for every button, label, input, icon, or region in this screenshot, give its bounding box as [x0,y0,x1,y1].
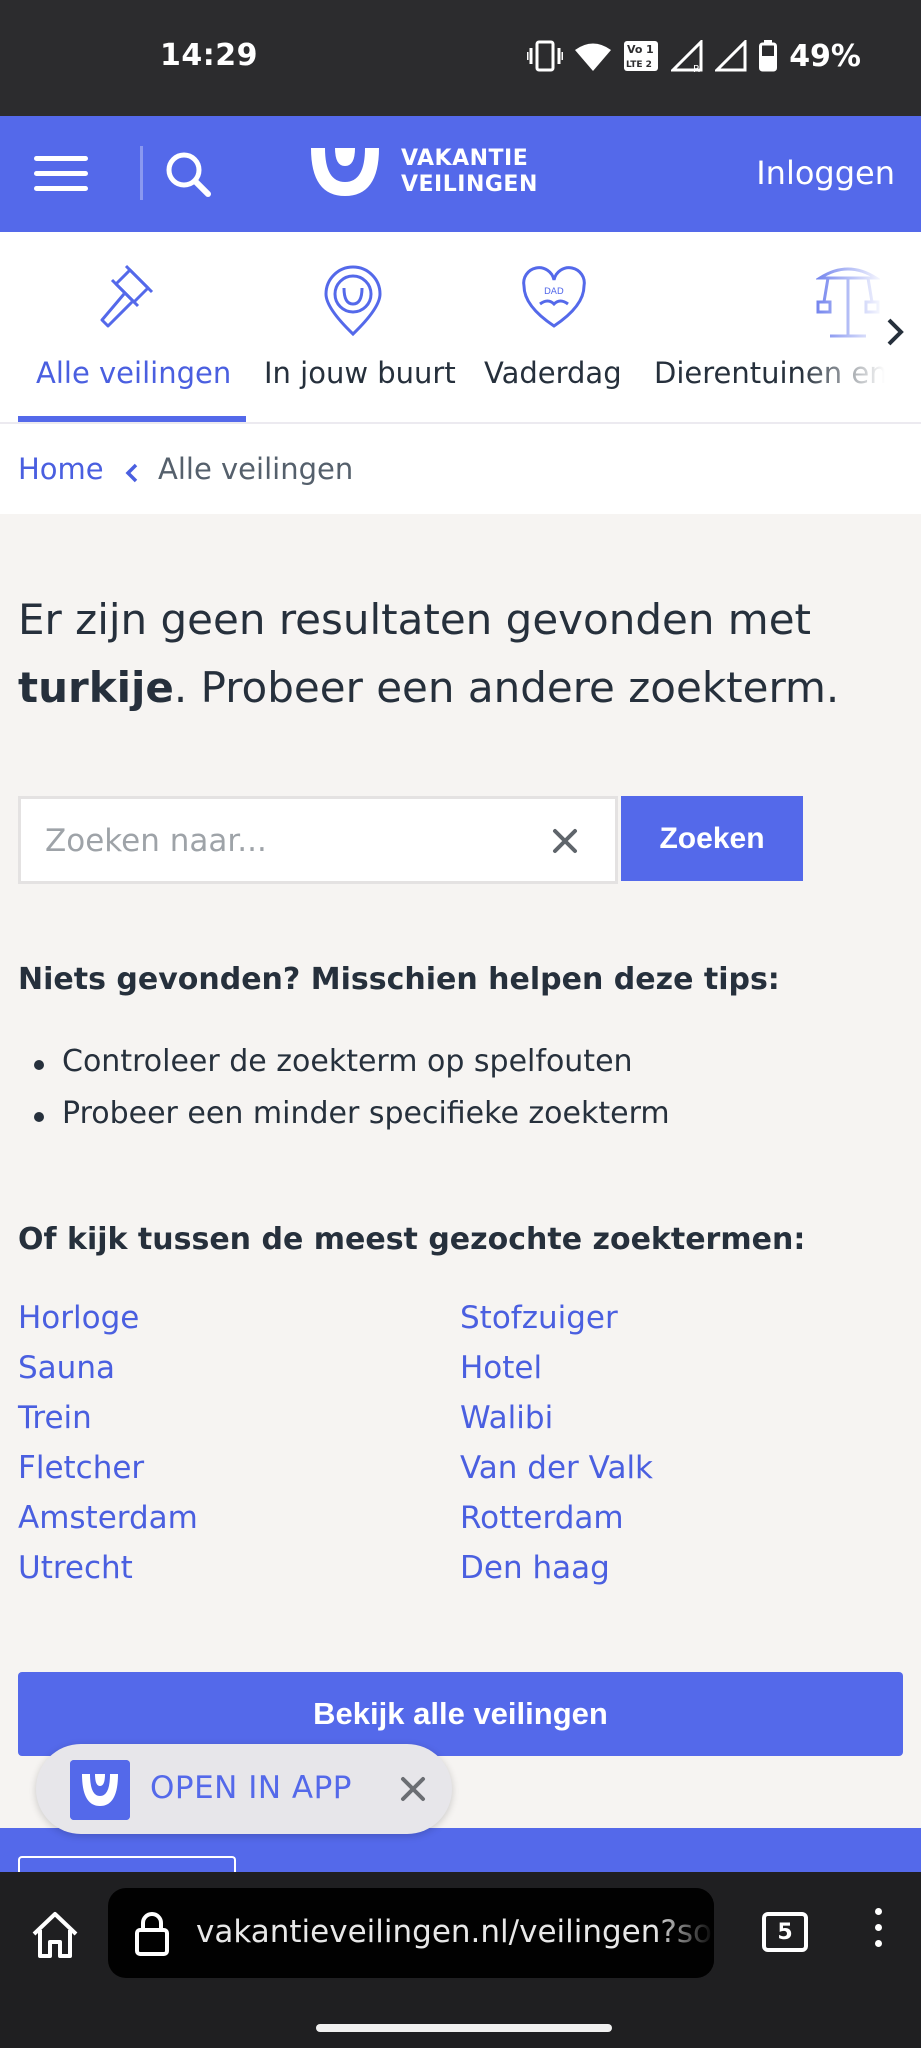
vibrate-icon [527,40,564,72]
battery-icon [759,40,778,72]
term-link[interactable]: Walibi [460,1400,553,1436]
logo-icon [311,148,379,196]
close-icon[interactable] [545,821,585,861]
popular-terms-title: Of kijk tussen de meest gezochte zoekter… [18,1222,806,1257]
term-link[interactable]: Horloge [18,1300,139,1336]
battery-percentage: 49% [789,38,861,74]
status-time: 14:29 [160,38,258,73]
active-tab-indicator [18,416,246,422]
breadcrumb-current: Alle veilingen [158,452,354,486]
list-item: Probeer een minder specifieke zoekterm [18,1096,670,1148]
close-icon[interactable] [392,1768,434,1810]
term-link[interactable]: Den haag [460,1550,610,1586]
signal-icon: R [671,40,703,72]
tips-title: Niets gevonden? Misschien helpen deze ti… [18,962,780,997]
term-link[interactable]: Hotel [460,1350,542,1386]
term-link[interactable]: Trein [18,1400,92,1436]
list-item: Controleer de zoekterm op spelfouten [18,1044,670,1096]
category-tabs: Alle veilingen In jouw buurt DAD Vaderda… [0,232,921,424]
gavel-icon [100,264,154,328]
browser-toolbar: vakantieveilingen.nl/veilingen?sort 5 [0,1872,921,2048]
lock-icon [135,1912,169,1956]
term-link[interactable]: Stofzuiger [460,1300,618,1336]
term-link[interactable]: Rotterdam [460,1500,624,1536]
search-box [18,796,618,884]
more-options-icon[interactable] [868,1908,888,1958]
url-text: vakantieveilingen.nl/veilingen?sort [196,1914,714,1950]
search-icon[interactable] [160,146,216,202]
footer [0,1828,921,1886]
logo-text: VAKANTIE VEILINGEN [401,146,538,197]
tips-list: Controleer de zoekterm op spelfouten Pro… [18,1044,670,1148]
search-term: turkije [18,663,174,712]
location-pin-icon [324,265,382,337]
no-results-message: Er zijn geen resultaten gevonden met tur… [18,595,840,712]
site-header: VAKANTIE VEILINGEN Inloggen [0,116,921,232]
status-icons: Vo 1 LTE 2 R 49% [527,36,861,76]
tab-label: Vaderdag [484,356,622,390]
logo[interactable]: VAKANTIE VEILINGEN [305,144,538,200]
term-link[interactable]: Utrecht [18,1550,133,1586]
home-icon[interactable] [28,1908,82,1962]
tab-in-jouw-buurt[interactable]: In jouw buurt [258,232,458,422]
app-logo-icon [70,1760,130,1820]
search-input[interactable] [45,817,515,865]
open-in-app-banner[interactable]: OPEN IN APP [36,1744,452,1834]
svg-text:R: R [693,64,700,72]
tab-alle-veilingen[interactable]: Alle veilingen [18,232,246,422]
chevron-left-icon [125,463,138,483]
svg-text:Vo: Vo [627,43,643,56]
tab-label: Alle veilingen [36,356,232,390]
tab-vaderdag[interactable]: DAD Vaderdag [484,232,624,422]
heart-dad-icon: DAD [522,266,586,328]
menu-icon[interactable] [34,156,88,192]
breadcrumb-home[interactable]: Home [18,452,104,486]
login-link[interactable]: Inloggen [756,154,895,192]
gesture-bar [316,2024,612,2032]
status-bar: 14:29 Vo 1 LTE 2 R 49% [0,0,921,116]
svg-text:LTE 2: LTE 2 [626,60,652,70]
term-link[interactable]: Van der Valk [460,1450,653,1486]
term-link[interactable]: Fletcher [18,1450,144,1486]
header-divider [140,146,143,200]
svg-text:1: 1 [646,43,654,56]
tab-switcher-button[interactable]: 5 [762,1912,808,1952]
breadcrumb: Home Alle veilingen [0,424,921,514]
term-link[interactable]: Amsterdam [18,1500,198,1536]
chevron-right-icon[interactable] [875,312,915,352]
open-in-app-label: OPEN IN APP [150,1770,353,1806]
term-link[interactable]: Sauna [18,1350,115,1386]
address-bar[interactable]: vakantieveilingen.nl/veilingen?sort [108,1888,714,1978]
volte-icon: Vo 1 LTE 2 [624,41,659,71]
signal-icon [715,40,747,72]
svg-text:DAD: DAD [544,287,564,297]
search-button[interactable]: Zoeken [621,796,803,881]
tab-label: In jouw buurt [264,356,456,390]
wifi-icon [575,43,612,71]
